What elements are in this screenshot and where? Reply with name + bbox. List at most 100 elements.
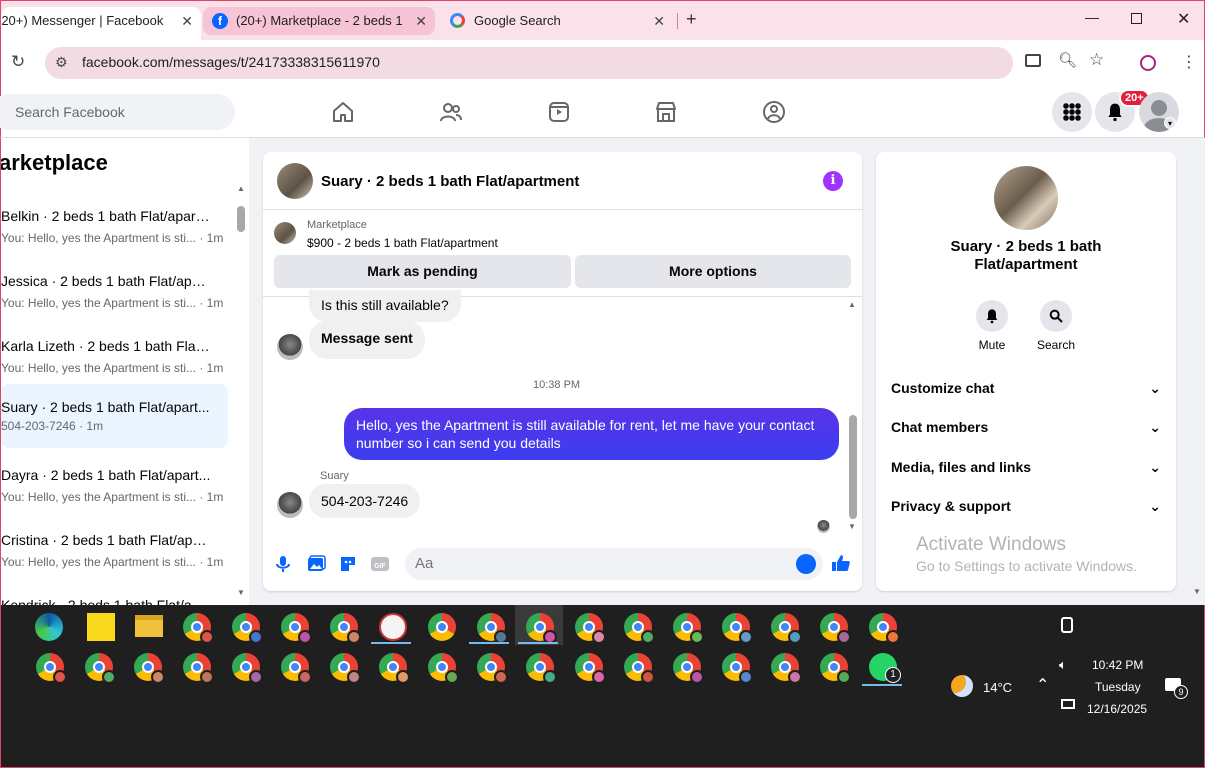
chat-avatar[interactable] xyxy=(277,163,313,199)
weather-icon[interactable] xyxy=(951,675,973,697)
conversation-item[interactable]: Karla Lizeth · 2 beds 1 bath Flat/... Yo… xyxy=(1,328,228,392)
chrome-profile-icon[interactable] xyxy=(575,653,606,684)
url-box[interactable]: ⚙ facebook.com/messages/t/24173338315611… xyxy=(45,47,1013,79)
sent-message[interactable]: Hello, yes the Apartment is still availa… xyxy=(344,408,839,460)
tab-google-search[interactable]: Google Search ✕ xyxy=(441,7,673,41)
conversation-item[interactable]: Cristina · 2 beds 1 bath Flat/apar... Yo… xyxy=(1,522,228,586)
customize-chat-row[interactable]: Customize chat ⌄ xyxy=(891,380,1161,396)
scroll-up-icon[interactable]: ▲ xyxy=(237,184,245,193)
chrome-profile-icon[interactable] xyxy=(183,613,214,644)
chrome-profile-icon[interactable] xyxy=(85,653,116,684)
chrome-profile-icon[interactable] xyxy=(281,613,312,644)
clock-day[interactable]: Tuesday xyxy=(1095,680,1141,694)
close-tab-icon[interactable]: ✕ xyxy=(415,7,427,35)
close-window-icon[interactable]: ✕ xyxy=(1177,9,1190,29)
received-message[interactable]: Message sent xyxy=(309,321,425,359)
chrome-profile-icon[interactable] xyxy=(771,613,802,644)
edge-icon[interactable] xyxy=(35,613,63,641)
info-icon[interactable]: i xyxy=(823,171,843,191)
chrome-profile-icon[interactable] xyxy=(624,613,655,644)
emoji-icon[interactable] xyxy=(796,554,816,574)
sticky-notes-icon[interactable] xyxy=(87,613,115,641)
chrome-profile-active-icon[interactable] xyxy=(526,613,557,644)
chrome-profile-icon[interactable] xyxy=(575,613,606,644)
chrome-profile-icon[interactable] xyxy=(330,653,361,684)
scroll-down-icon[interactable]: ▼ xyxy=(848,522,856,531)
chrome-profile-icon[interactable] xyxy=(281,653,312,684)
chrome-profile-icon[interactable] xyxy=(673,613,704,644)
message-input[interactable] xyxy=(415,555,785,572)
microphone-icon[interactable] xyxy=(273,554,293,574)
marketplace-icon[interactable] xyxy=(654,100,678,124)
privacy-support-row[interactable]: Privacy & support ⌄ xyxy=(891,498,1161,514)
meet-now-icon[interactable] xyxy=(1061,617,1073,633)
conversation-scrollbar[interactable]: ▲ ▼ xyxy=(237,184,245,597)
chat-members-row[interactable]: Chat members ⌄ xyxy=(891,419,1161,435)
account-chevron-icon[interactable]: ▾ xyxy=(1164,117,1176,129)
sticker-icon[interactable] xyxy=(338,554,358,574)
conversation-item-selected[interactable]: Suary · 2 beds 1 bath Flat/apart... 504-… xyxy=(1,384,228,448)
menu-kebab-icon[interactable]: ⋮ xyxy=(1181,52,1197,72)
chrome-profile-icon[interactable] xyxy=(526,653,557,684)
bookmark-star-icon[interactable]: ☆ xyxy=(1089,50,1104,70)
photo-icon[interactable] xyxy=(306,554,326,574)
groups-icon[interactable] xyxy=(762,100,786,124)
zoom-icon[interactable]: 🔍︎ xyxy=(1058,51,1077,69)
scroll-thumb[interactable] xyxy=(849,415,857,519)
close-tab-icon[interactable]: ✕ xyxy=(181,7,193,35)
profile-icon[interactable] xyxy=(1140,55,1156,71)
whatsapp-icon[interactable]: 1 xyxy=(869,653,901,683)
menu-grid-button[interactable] xyxy=(1052,92,1092,132)
contact-avatar[interactable] xyxy=(277,334,303,360)
message-input-box[interactable] xyxy=(405,548,823,580)
chat-scrollbar[interactable]: ▲ ▼ xyxy=(848,300,860,536)
conversation-item[interactable]: Jessica · 2 beds 1 bath Flat/apart... Yo… xyxy=(1,263,228,327)
new-tab-icon[interactable]: + xyxy=(686,9,697,30)
clock-date[interactable]: 12/16/2025 xyxy=(1087,702,1147,716)
received-message[interactable]: 504-203-7246 xyxy=(309,484,421,518)
chrome-profile-icon[interactable] xyxy=(134,653,165,684)
chrome-profile-icon[interactable] xyxy=(379,653,410,684)
paint-app-icon[interactable] xyxy=(379,613,407,641)
chrome-profile-icon[interactable] xyxy=(36,653,67,684)
chrome-icon[interactable] xyxy=(428,613,456,641)
video-icon[interactable] xyxy=(547,100,571,124)
minimize-icon[interactable]: — xyxy=(1085,9,1099,25)
scroll-down-icon[interactable]: ▼ xyxy=(237,588,245,597)
listing-price-title[interactable]: $900 - 2 beds 1 bath Flat/apartment xyxy=(307,236,498,250)
chrome-profile-icon[interactable] xyxy=(232,613,263,644)
chrome-profile-icon[interactable] xyxy=(673,653,704,684)
media-files-links-row[interactable]: Media, files and links ⌄ xyxy=(891,459,1161,475)
chrome-profile-icon[interactable] xyxy=(330,613,361,644)
mute-button[interactable]: Mute xyxy=(962,300,1022,352)
conversation-item[interactable]: Dayra · 2 beds 1 bath Flat/apart... You:… xyxy=(1,457,228,521)
conversation-item[interactable]: Kendrick · 2 beds 1 bath Flat/ap... xyxy=(1,587,228,605)
search-placeholder[interactable]: Search Facebook xyxy=(15,104,125,120)
site-info-icon[interactable]: ⚙ xyxy=(55,54,68,71)
chrome-profile-icon[interactable] xyxy=(477,653,508,684)
volume-icon[interactable]: 🔈︎ xyxy=(1059,657,1067,673)
chrome-profile-icon[interactable] xyxy=(820,613,851,644)
tab-messenger[interactable]: (20+) Messenger | Facebook ✕ xyxy=(1,7,201,41)
chrome-profile-icon[interactable] xyxy=(869,613,900,644)
chrome-profile-icon[interactable] xyxy=(771,653,802,684)
thumbs-up-icon[interactable] xyxy=(831,553,851,573)
restore-icon[interactable] xyxy=(1131,13,1142,24)
network-icon[interactable] xyxy=(1061,699,1075,709)
chrome-profile-icon[interactable] xyxy=(624,653,655,684)
chrome-profile-icon[interactable] xyxy=(428,653,459,684)
close-tab-icon[interactable]: ✕ xyxy=(653,7,665,35)
conversation-item[interactable]: Belkin · 2 beds 1 bath Flat/apart... You… xyxy=(1,198,228,262)
facebook-search[interactable]: Search Facebook xyxy=(0,94,235,130)
mark-as-pending-button[interactable]: Mark as pending xyxy=(274,255,571,288)
show-hidden-icons-chevron-icon[interactable]: ⌃ xyxy=(1036,675,1049,695)
chrome-profile-icon[interactable] xyxy=(232,653,263,684)
more-options-button[interactable]: More options xyxy=(575,255,851,288)
chrome-profile-icon[interactable] xyxy=(722,613,753,644)
scroll-thumb[interactable] xyxy=(237,206,245,232)
reload-icon[interactable]: ↻ xyxy=(11,52,25,72)
url-text[interactable]: facebook.com/messages/t/2417333831561197… xyxy=(82,54,380,70)
scroll-up-icon[interactable]: ▲ xyxy=(848,300,856,309)
install-app-icon[interactable] xyxy=(1025,54,1041,67)
chrome-profile-icon[interactable] xyxy=(722,653,753,684)
